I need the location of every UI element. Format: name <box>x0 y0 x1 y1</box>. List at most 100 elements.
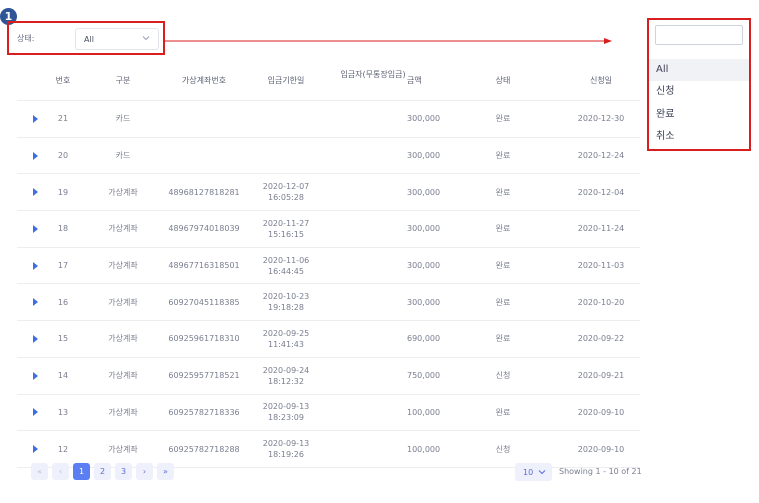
cell-number: 17 <box>57 261 69 271</box>
cell-number: 19 <box>57 187 69 197</box>
chevron-down-icon <box>538 470 546 475</box>
header-type[interactable]: 구분 <box>97 62 149 100</box>
cell-amount: 690,000 <box>407 334 441 344</box>
last-page-button[interactable]: » <box>157 463 174 480</box>
cell-due-date-time: 18:23:09 <box>268 413 304 423</box>
status-dropdown-menu: All 신청 완료 취소 <box>647 18 751 151</box>
pagination: « ‹ 1 2 3 › » <box>31 463 174 481</box>
header-due-date[interactable]: 입금기한일 <box>249 62 323 100</box>
prev-page-button[interactable]: ‹ <box>52 463 69 480</box>
header-status[interactable]: 상태 <box>483 62 523 100</box>
page-button-1[interactable]: 1 <box>73 463 90 480</box>
cell-number: 15 <box>57 334 69 344</box>
cell-due-date: 2020-09-24 18:12:32 <box>249 358 323 394</box>
cell-due-date-time: 11:41:43 <box>268 339 304 349</box>
table-body: 21 카드 300,000 완료 2020-12-30 20 카드 300,000 완료 2020… <box>17 101 640 468</box>
cell-status: 완료 <box>495 187 511 197</box>
cell-status: 신청 <box>495 444 511 454</box>
expand-row-icon[interactable] <box>33 224 38 233</box>
cell-status: 완료 <box>495 407 511 417</box>
cell-due-date-date: 2020-11-27 <box>262 218 310 228</box>
cell-payer <box>335 284 411 320</box>
dropdown-option-all[interactable]: All <box>649 59 749 81</box>
cell-status: 완료 <box>495 114 511 124</box>
cell-due-date: 2020-09-25 11:41:43 <box>249 321 323 357</box>
cell-virtual-account: 60925961718310 <box>168 334 240 344</box>
cell-amount: 300,000 <box>407 224 441 234</box>
cell-payer <box>335 174 411 210</box>
cell-payer <box>335 431 411 467</box>
table-row[interactable]: 19 가상계좌 48968127818281 2020-12-07 16:05:28 30… <box>17 174 640 212</box>
cell-payer <box>335 395 411 431</box>
first-page-button[interactable]: « <box>31 463 48 480</box>
cell-status: 완료 <box>495 261 511 271</box>
header-virtual-account[interactable]: 가상계좌번호 <box>159 62 249 100</box>
cell-status: 완료 <box>495 151 511 161</box>
cell-type: 가상계좌 <box>108 261 138 271</box>
table-row[interactable]: 18 가상계좌 48967974018039 2020-11-27 15:16:15 30… <box>17 211 640 248</box>
dropdown-option-applied[interactable]: 신청 <box>649 81 749 103</box>
page-button-2[interactable]: 2 <box>94 463 111 480</box>
dropdown-search-input[interactable] <box>655 25 743 45</box>
cell-payer <box>335 138 411 174</box>
expand-row-icon[interactable] <box>33 261 38 270</box>
expand-row-icon[interactable] <box>33 334 38 343</box>
table-row[interactable]: 15 가상계좌 60925961718310 2020-09-25 11:41:43 69… <box>17 321 640 358</box>
header-amount[interactable]: 금액 <box>407 62 451 100</box>
cell-status: 신청 <box>495 371 511 381</box>
cell-request-date: 2020-11-24 <box>577 224 625 234</box>
expand-row-icon[interactable] <box>33 151 38 160</box>
table-row[interactable]: 16 가상계좌 60927045118385 2020-10-23 19:18:28 30… <box>17 284 640 322</box>
cell-payer <box>335 248 411 284</box>
table-row[interactable]: 13 가상계좌 60925782718336 2020-09-13 18:23:09 10… <box>17 395 640 432</box>
cell-amount: 300,000 <box>407 187 441 197</box>
table-row[interactable]: 14 가상계좌 60925957718521 2020-09-24 18:12:32 75… <box>17 358 640 395</box>
header-request-date[interactable]: 신청일 <box>565 62 637 100</box>
cell-request-date: 2020-11-03 <box>577 261 625 271</box>
expand-row-icon[interactable] <box>33 298 38 307</box>
cell-number: 14 <box>57 371 69 381</box>
cell-status: 완료 <box>495 224 511 234</box>
header-payer[interactable]: 입금자(무통장입금) <box>335 56 411 94</box>
cell-virtual-account <box>159 138 249 174</box>
cell-amount: 300,000 <box>407 261 441 271</box>
header-number[interactable]: 번호 <box>45 62 81 100</box>
cell-due-date: 2020-11-06 16:44:45 <box>249 248 323 284</box>
page-size-select[interactable]: 10 <box>515 463 552 481</box>
cell-request-date: 2020-12-30 <box>577 114 625 124</box>
cell-due-date-date: 2020-09-13 <box>262 439 310 449</box>
cell-amount: 300,000 <box>407 114 441 124</box>
cell-payer <box>335 211 411 247</box>
cell-request-date: 2020-10-20 <box>577 297 625 307</box>
expand-row-icon[interactable] <box>33 371 38 380</box>
page-button-3[interactable]: 3 <box>115 463 132 480</box>
cell-type: 가상계좌 <box>108 224 138 234</box>
next-page-button[interactable]: › <box>136 463 153 480</box>
dropdown-option-cancelled[interactable]: 취소 <box>649 126 749 148</box>
cell-due-date-date: 2020-10-23 <box>262 292 310 302</box>
showing-count-text: Showing 1 - 10 of 21 <box>559 467 642 476</box>
cell-amount: 300,000 <box>407 151 441 161</box>
cell-due-date-time: 15:16:15 <box>268 229 304 239</box>
expand-row-icon[interactable] <box>33 445 38 454</box>
cell-status: 완료 <box>495 334 511 344</box>
cell-type: 가상계좌 <box>108 334 138 344</box>
expand-row-icon[interactable] <box>33 114 38 123</box>
dropdown-option-completed[interactable]: 완료 <box>649 104 749 126</box>
cell-due-date <box>249 101 323 137</box>
cell-number: 18 <box>57 224 69 234</box>
expand-row-icon[interactable] <box>33 408 38 417</box>
cell-number: 12 <box>57 444 69 454</box>
table-row[interactable]: 20 카드 300,000 완료 2020-12-24 <box>17 138 640 175</box>
cell-type: 가상계좌 <box>108 371 138 381</box>
table-row[interactable]: 21 카드 300,000 완료 2020-12-30 <box>17 101 640 138</box>
cell-payer <box>335 101 411 137</box>
page-size-value: 10 <box>523 468 534 477</box>
cell-due-date: 2020-09-13 18:23:09 <box>249 395 323 431</box>
expand-row-icon[interactable] <box>33 188 38 197</box>
cell-type: 카드 <box>115 114 131 124</box>
cell-due-date-date: 2020-11-06 <box>262 255 310 265</box>
cell-virtual-account: 60927045118385 <box>168 297 240 307</box>
cell-request-date: 2020-09-21 <box>577 371 625 381</box>
table-row[interactable]: 17 가상계좌 48967716318501 2020-11-06 16:44:45 30… <box>17 248 640 285</box>
